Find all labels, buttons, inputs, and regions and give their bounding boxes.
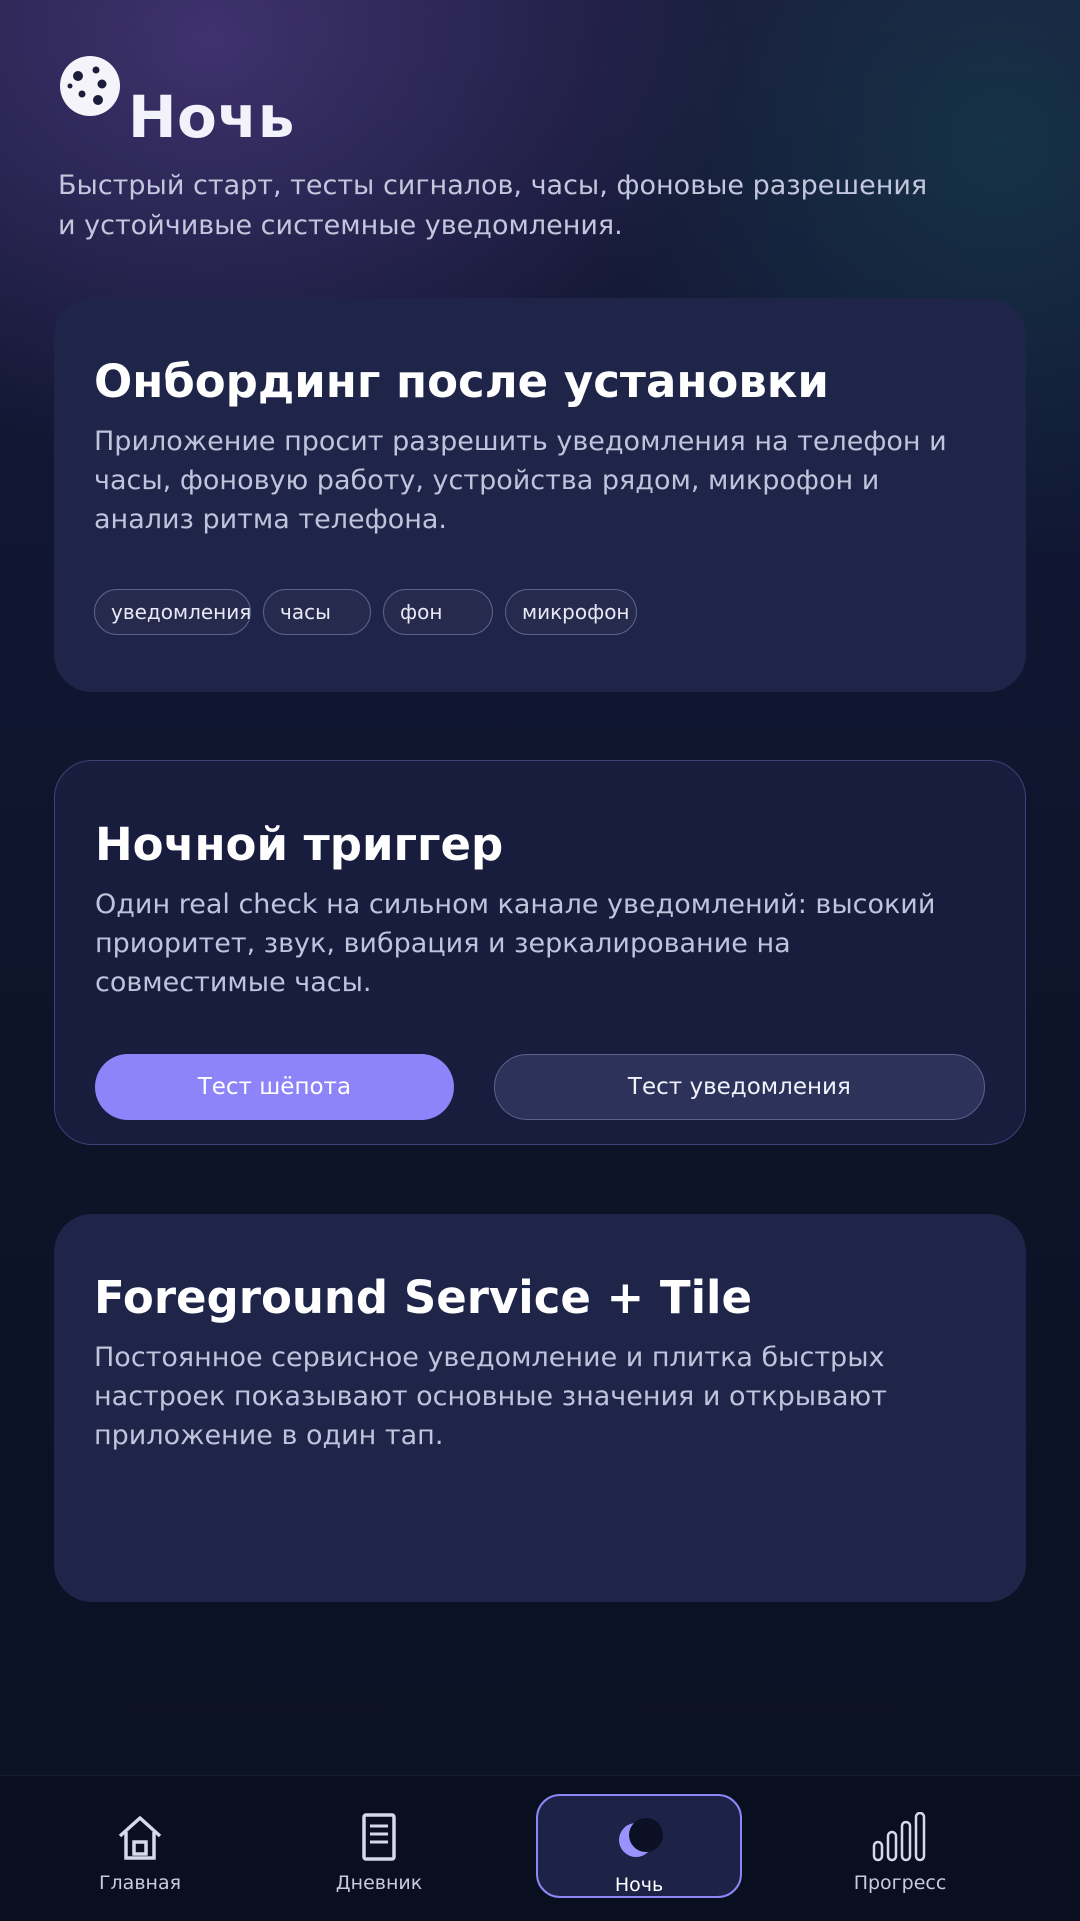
onboarding-title: Онбординг после установки: [94, 355, 829, 408]
nav-label-home: Главная: [98, 1872, 182, 1894]
nav-label-diary: Дневник: [335, 1872, 423, 1894]
nav-label-progress: Прогресс: [853, 1872, 947, 1894]
foreground-service-title: Foreground Service + Tile: [94, 1271, 752, 1324]
progress-bars-icon: [872, 1812, 926, 1862]
night-trigger-title: Ночной триггер: [95, 818, 504, 871]
home-icon: [118, 1816, 162, 1860]
moon-icon: [60, 56, 120, 116]
chip-background[interactable]: фон: [383, 589, 493, 635]
night-trigger-card: Ночной триггер Один real check на сильно…: [54, 760, 1026, 1145]
diary-icon: [362, 1813, 396, 1861]
nav-item-diary[interactable]: Дневник: [276, 1794, 482, 1898]
chip-watch[interactable]: часы: [263, 589, 371, 635]
test-buttons: Тест шёпота Тест уведомления: [95, 1054, 985, 1120]
page-title: Ночь: [128, 83, 295, 151]
nav-item-home[interactable]: Главная: [37, 1794, 243, 1898]
permission-chips: уведомления часы фон микрофон: [94, 589, 986, 635]
page-subtitle: Быстрый старт, тесты сигналов, часы, фон…: [58, 170, 928, 241]
moon-crescent-icon: [619, 1818, 663, 1857]
onboarding-description: Приложение просит разрешить уведомления …: [94, 426, 947, 535]
test-whisper-button[interactable]: Тест шёпота: [95, 1054, 454, 1120]
test-notification-button[interactable]: Тест уведомления: [493, 1054, 985, 1120]
onboarding-card: Онбординг после установки Приложение про…: [54, 298, 1026, 692]
nav-label-night: Ночь: [614, 1874, 664, 1896]
chip-notifications[interactable]: уведомления: [94, 589, 251, 635]
foreground-service-description: Постоянное сервисное уведомление и плитк…: [94, 1342, 887, 1451]
bottom-navigation: Главная Дневник Ночь Прогресс: [0, 1775, 1080, 1921]
foreground-service-card: Foreground Service + Tile Постоянное сер…: [54, 1214, 1026, 1602]
night-trigger-description: Один real check на сильном канале уведом…: [95, 889, 936, 998]
chip-microphone[interactable]: микрофон: [505, 589, 637, 635]
nav-item-progress[interactable]: Прогресс: [797, 1794, 1003, 1898]
nav-item-night[interactable]: Ночь: [536, 1794, 742, 1898]
page-header: Ночь Быстрый старт, тесты сигналов, часы…: [58, 56, 1018, 246]
